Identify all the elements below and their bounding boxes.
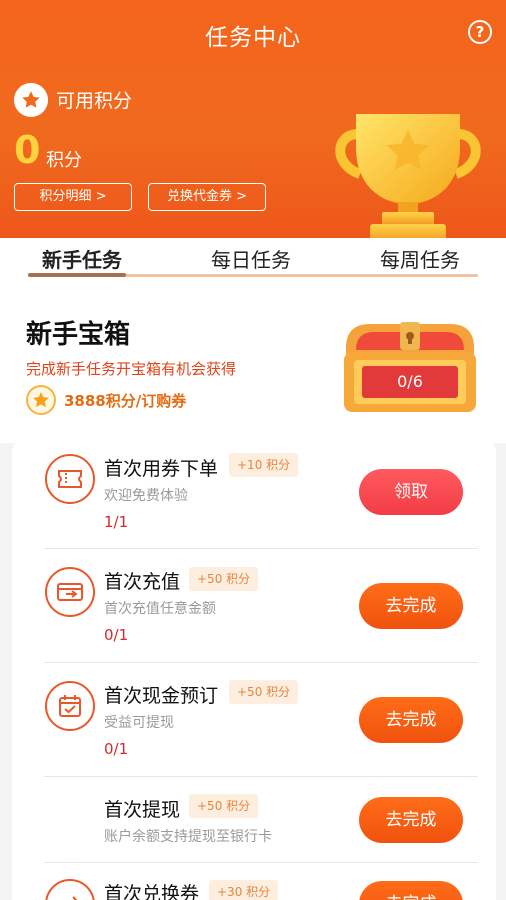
task-title: 首次现金预订 bbox=[104, 685, 219, 707]
coupon-icon bbox=[45, 454, 95, 504]
task-points-tag: +50 积分 bbox=[189, 567, 259, 591]
task-desc: 账户余额支持提现至银行卡 bbox=[104, 829, 272, 845]
divider bbox=[44, 862, 478, 863]
task-points-tag: +30 积分 bbox=[209, 880, 279, 900]
points-unit: 积分 bbox=[46, 150, 82, 171]
treasure-reward-text: 3888积分/订购券 bbox=[64, 391, 187, 410]
header: 任务中心 ? 可用积分 0 积分 积分明细 > 兑换代金券 > bbox=[0, 0, 506, 241]
wallet-icon bbox=[45, 567, 95, 617]
task-desc: 欢迎免费体验 bbox=[104, 488, 188, 504]
go-complete-button[interactable]: 去完成 bbox=[359, 797, 463, 843]
divider bbox=[44, 548, 478, 549]
go-complete-button[interactable]: 去完成 bbox=[359, 881, 463, 900]
points-value: 0 bbox=[14, 128, 41, 172]
treasure-reward: 3888积分/订购券 bbox=[26, 385, 186, 415]
task-title: 首次充值 bbox=[104, 571, 181, 593]
tab-active-indicator bbox=[28, 273, 126, 277]
tab-newbie[interactable]: 新手任务 bbox=[42, 244, 122, 273]
treasure-chest-icon bbox=[344, 322, 476, 412]
page-title: 任务中心 bbox=[205, 25, 301, 51]
treasure-chest[interactable]: 0/6 bbox=[340, 320, 480, 420]
task-progress: 1/1 bbox=[104, 513, 129, 531]
points-label: 可用积分 bbox=[56, 90, 133, 112]
divider bbox=[44, 776, 478, 777]
task-desc: 首次充值任意金额 bbox=[104, 601, 216, 617]
question-circle-icon: ? bbox=[475, 23, 485, 41]
task-title: 首次兑换券 bbox=[104, 883, 200, 900]
task-desc: 受益可提现 bbox=[104, 715, 174, 731]
tab-daily[interactable]: 每日任务 bbox=[211, 244, 291, 273]
task-progress: 0/1 bbox=[104, 740, 129, 758]
task-title: 首次用券下单 bbox=[104, 458, 219, 480]
tab-weekly[interactable]: 每周任务 bbox=[380, 244, 460, 273]
claim-button[interactable]: 领取 bbox=[359, 469, 463, 515]
treasure-subtitle: 完成新手任务开宝箱有机会获得 bbox=[26, 360, 237, 378]
help-button[interactable]: ? bbox=[468, 20, 492, 44]
task-progress: 0/1 bbox=[104, 626, 129, 644]
go-complete-button[interactable]: 去完成 bbox=[359, 697, 463, 743]
go-complete-button[interactable]: 去完成 bbox=[359, 583, 463, 629]
calendar-check-icon bbox=[45, 681, 95, 731]
exchange-icon bbox=[45, 879, 95, 900]
treasure-title: 新手宝箱 bbox=[26, 320, 131, 350]
star-icon bbox=[14, 83, 48, 117]
task-tabs: 新手任务 每日任务 每周任务 bbox=[0, 238, 506, 278]
task-points-tag: +50 积分 bbox=[189, 794, 259, 818]
treasure-progress: 0/6 bbox=[397, 372, 423, 391]
task-points-tag: +10 积分 bbox=[229, 453, 299, 477]
trophy-icon bbox=[335, 114, 481, 241]
points-detail-button[interactable]: 积分明细 > bbox=[14, 183, 132, 211]
exchange-voucher-button[interactable]: 兑换代金券 > bbox=[148, 183, 266, 211]
divider bbox=[44, 662, 478, 663]
task-points-tag: +50 积分 bbox=[229, 680, 299, 704]
task-list: 首次用券下单 +10 积分 欢迎免费体验 1/1 领取 首次充值 +50 积分 … bbox=[12, 436, 496, 900]
task-title: 首次提现 bbox=[104, 799, 181, 821]
star-icon bbox=[26, 385, 56, 415]
newbie-treasure-section: 新手宝箱 完成新手任务开宝箱有机会获得 3888积分/订购券 0/6 bbox=[0, 278, 506, 443]
